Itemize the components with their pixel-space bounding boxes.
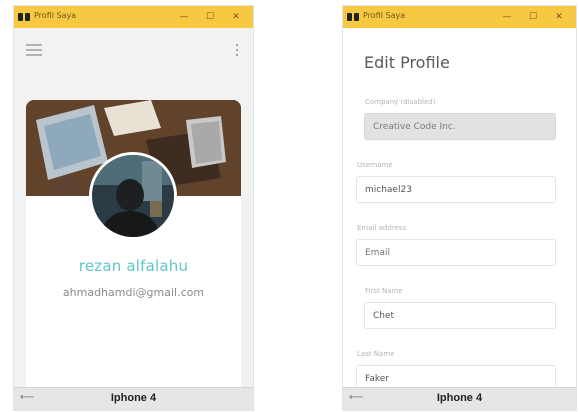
device-status-bar: ⟵ Iphone 4 — [343, 387, 576, 410]
email-label: Email address — [357, 224, 407, 232]
device-label: Iphone 4 — [110, 392, 157, 404]
first-name-label: First Name — [365, 287, 403, 295]
device-status-bar: ⟵ Iphone 4 — [14, 387, 253, 410]
panel-title: Edit Profile — [364, 53, 450, 72]
profile-email: ahmadhamdi@gmail.com — [62, 286, 205, 299]
window-title: Profil Saya — [34, 11, 77, 20]
profile-name: rezan alfalahu — [78, 257, 189, 275]
app-logo-icon — [347, 13, 359, 21]
window-title: Profil Saya — [363, 11, 406, 20]
username-label: Username — [357, 161, 393, 169]
email-field[interactable] — [356, 239, 556, 266]
minimize-button[interactable]: — — [500, 9, 514, 25]
more-options-icon[interactable] — [235, 42, 239, 58]
hamburger-menu-icon[interactable] — [26, 44, 42, 56]
maximize-button[interactable]: ☐ — [203, 9, 217, 25]
app-logo-icon — [18, 13, 30, 21]
window-titlebar[interactable]: Profil Saya — ☐ ✕ — [343, 6, 576, 28]
edit-profile-panel: Edit Profile Company (disabled) Username… — [343, 28, 576, 392]
minimize-button[interactable]: — — [177, 9, 191, 25]
company-label: Company (disabled) — [365, 98, 436, 106]
first-name-field[interactable] — [364, 302, 556, 329]
avatar[interactable] — [89, 152, 177, 240]
profile-card: rezan alfalahu ahmadhamdi@gmail.com — [26, 100, 241, 390]
device-preview-right: Profil Saya — ☐ ✕ Edit Profile Company (… — [343, 6, 576, 410]
device-label: Iphone 4 — [436, 392, 483, 404]
app-bar — [14, 28, 253, 72]
last-name-label: Last Name — [357, 350, 395, 358]
close-button[interactable]: ✕ — [552, 9, 566, 25]
device-preview-left: Profil Saya — ☐ ✕ rezan alfalahu ahmadha… — [14, 6, 253, 410]
avatar-photo-image — [92, 155, 174, 237]
username-field[interactable] — [356, 176, 556, 203]
window-titlebar[interactable]: Profil Saya — ☐ ✕ — [14, 6, 253, 28]
close-button[interactable]: ✕ — [229, 9, 243, 25]
maximize-button[interactable]: ☐ — [526, 9, 540, 25]
company-field — [364, 113, 556, 140]
